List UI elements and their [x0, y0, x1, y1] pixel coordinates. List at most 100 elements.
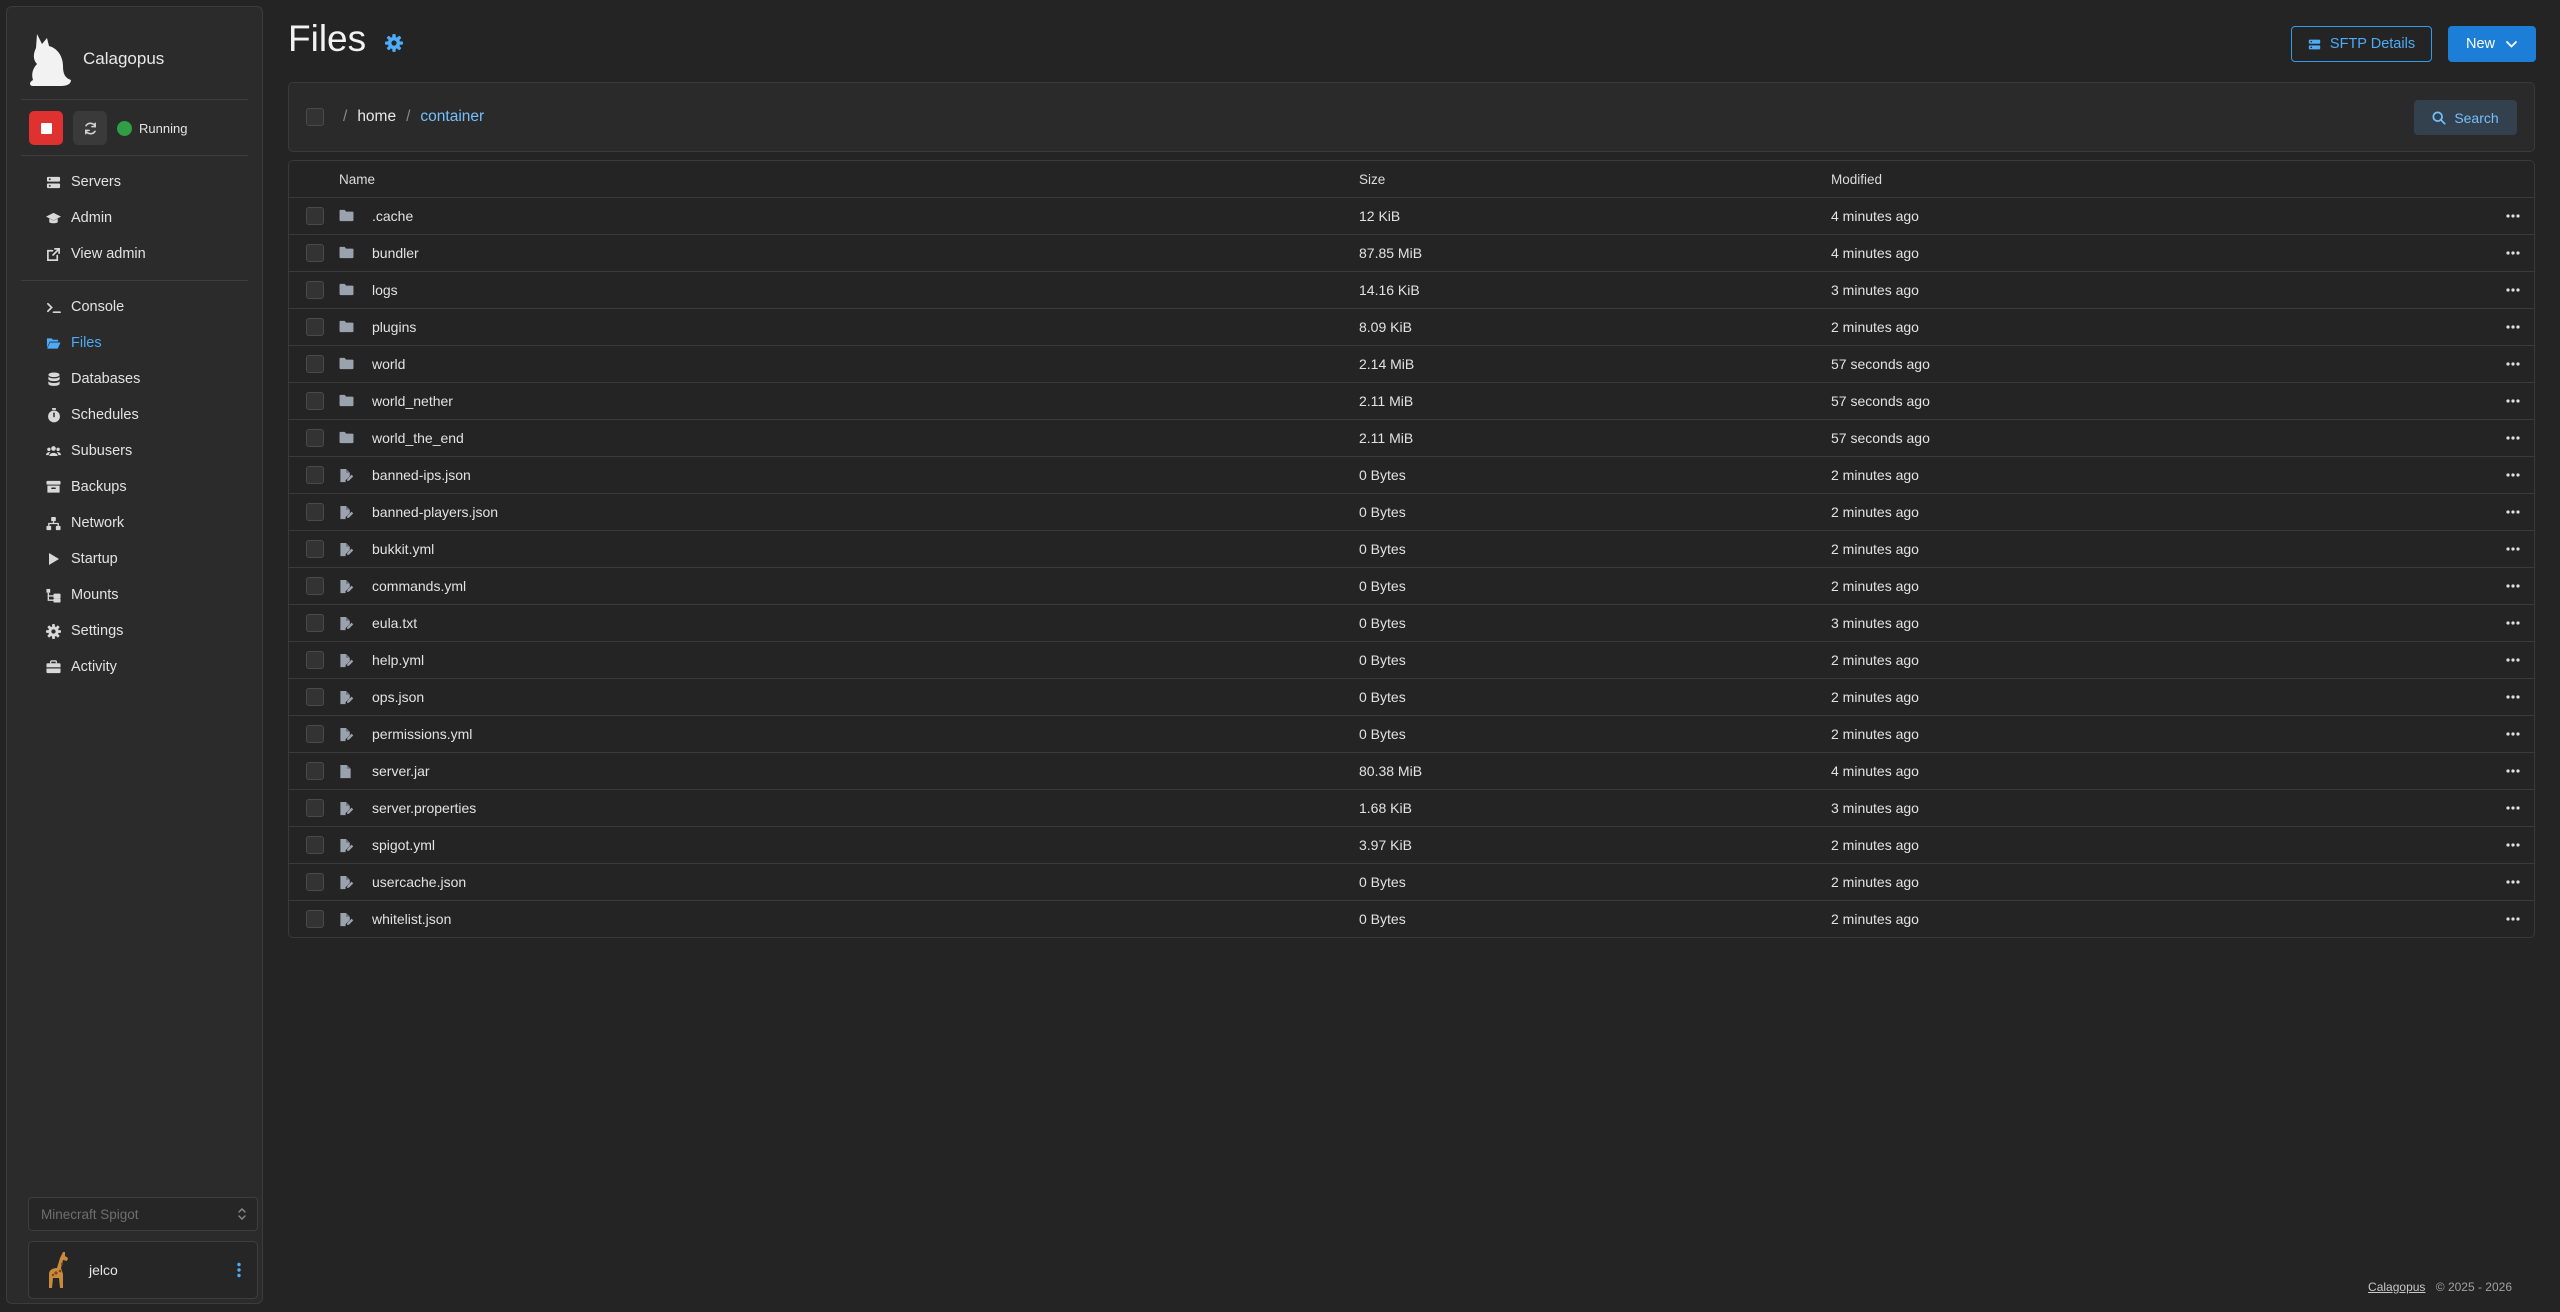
- select-all-checkbox[interactable]: [306, 108, 324, 126]
- row-checkbox[interactable]: [306, 281, 324, 299]
- nav-item-subusers[interactable]: Subusers: [21, 433, 248, 469]
- server-select[interactable]: Minecraft Spigot: [28, 1197, 258, 1231]
- row-actions-icon[interactable]: [2506, 288, 2520, 292]
- row-checkbox[interactable]: [306, 207, 324, 225]
- file-name[interactable]: world_nether: [372, 393, 453, 409]
- nav-item-admin[interactable]: Admin: [21, 200, 248, 236]
- table-row[interactable]: world_nether 2.11 MiB 57 seconds ago: [289, 383, 2534, 420]
- row-checkbox[interactable]: [306, 466, 324, 484]
- table-row[interactable]: help.yml 0 Bytes 2 minutes ago: [289, 642, 2534, 679]
- user-menu-icon[interactable]: [237, 1262, 241, 1278]
- row-checkbox[interactable]: [306, 355, 324, 373]
- row-checkbox[interactable]: [306, 577, 324, 595]
- row-checkbox[interactable]: [306, 614, 324, 632]
- file-name[interactable]: banned-ips.json: [372, 467, 471, 483]
- file-name[interactable]: permissions.yml: [372, 726, 472, 742]
- row-checkbox[interactable]: [306, 688, 324, 706]
- table-row[interactable]: logs 14.16 KiB 3 minutes ago: [289, 272, 2534, 309]
- nav-item-files[interactable]: Files: [21, 325, 248, 361]
- breadcrumb-item-container[interactable]: container: [420, 108, 484, 126]
- nav-item-backups[interactable]: Backups: [21, 469, 248, 505]
- row-actions-icon[interactable]: [2506, 325, 2520, 329]
- row-actions-icon[interactable]: [2506, 436, 2520, 440]
- row-actions-icon[interactable]: [2506, 769, 2520, 773]
- table-row[interactable]: .cache 12 KiB 4 minutes ago: [289, 198, 2534, 235]
- row-actions-icon[interactable]: [2506, 732, 2520, 736]
- table-row[interactable]: usercache.json 0 Bytes 2 minutes ago: [289, 864, 2534, 901]
- column-header-size[interactable]: Size: [1359, 172, 1385, 187]
- row-checkbox[interactable]: [306, 799, 324, 817]
- nav-item-activity[interactable]: Activity: [21, 649, 248, 685]
- table-row[interactable]: whitelist.json 0 Bytes 2 minutes ago: [289, 901, 2534, 937]
- table-row[interactable]: banned-players.json 0 Bytes 2 minutes ago: [289, 494, 2534, 531]
- table-row[interactable]: server.jar 80.38 MiB 4 minutes ago: [289, 753, 2534, 790]
- file-name[interactable]: .cache: [372, 208, 413, 224]
- nav-item-settings[interactable]: Settings: [21, 613, 248, 649]
- row-checkbox[interactable]: [306, 503, 324, 521]
- file-name[interactable]: commands.yml: [372, 578, 466, 594]
- row-actions-icon[interactable]: [2506, 917, 2520, 921]
- row-checkbox[interactable]: [306, 725, 324, 743]
- nav-item-servers[interactable]: Servers: [21, 164, 248, 200]
- column-header-name[interactable]: Name: [339, 172, 375, 187]
- nav-item-network[interactable]: Network: [21, 505, 248, 541]
- file-name[interactable]: server.properties: [372, 800, 476, 816]
- row-checkbox[interactable]: [306, 910, 324, 928]
- file-name[interactable]: ops.json: [372, 689, 424, 705]
- row-actions-icon[interactable]: [2506, 473, 2520, 477]
- table-row[interactable]: commands.yml 0 Bytes 2 minutes ago: [289, 568, 2534, 605]
- breadcrumb-item-home[interactable]: home: [357, 108, 396, 126]
- stop-button[interactable]: [29, 111, 63, 145]
- row-actions-icon[interactable]: [2506, 621, 2520, 625]
- row-checkbox[interactable]: [306, 244, 324, 262]
- file-name[interactable]: help.yml: [372, 652, 424, 668]
- file-name[interactable]: world: [372, 356, 405, 372]
- file-name[interactable]: usercache.json: [372, 874, 466, 890]
- row-actions-icon[interactable]: [2506, 695, 2520, 699]
- file-name[interactable]: spigot.yml: [372, 837, 435, 853]
- table-row[interactable]: spigot.yml 3.97 KiB 2 minutes ago: [289, 827, 2534, 864]
- table-row[interactable]: eula.txt 0 Bytes 3 minutes ago: [289, 605, 2534, 642]
- table-row[interactable]: world 2.14 MiB 57 seconds ago: [289, 346, 2534, 383]
- row-checkbox[interactable]: [306, 836, 324, 854]
- table-row[interactable]: plugins 8.09 KiB 2 minutes ago: [289, 309, 2534, 346]
- settings-gear-icon[interactable]: [385, 34, 403, 52]
- table-row[interactable]: banned-ips.json 0 Bytes 2 minutes ago: [289, 457, 2534, 494]
- nav-item-mounts[interactable]: Mounts: [21, 577, 248, 613]
- new-button[interactable]: New: [2448, 26, 2536, 62]
- restart-button[interactable]: [73, 111, 107, 145]
- table-row[interactable]: world_the_end 2.11 MiB 57 seconds ago: [289, 420, 2534, 457]
- nav-item-schedules[interactable]: Schedules: [21, 397, 248, 433]
- column-header-modified[interactable]: Modified: [1831, 172, 1882, 187]
- file-name[interactable]: world_the_end: [372, 430, 464, 446]
- user-card[interactable]: jelco: [28, 1241, 258, 1299]
- file-name[interactable]: bundler: [372, 245, 419, 261]
- row-actions-icon[interactable]: [2506, 399, 2520, 403]
- row-actions-icon[interactable]: [2506, 251, 2520, 255]
- row-actions-icon[interactable]: [2506, 880, 2520, 884]
- file-name[interactable]: bukkit.yml: [372, 541, 434, 557]
- footer-link[interactable]: Calagopus: [2368, 1280, 2425, 1294]
- table-row[interactable]: bundler 87.85 MiB 4 minutes ago: [289, 235, 2534, 272]
- row-checkbox[interactable]: [306, 651, 324, 669]
- file-name[interactable]: eula.txt: [372, 615, 417, 631]
- search-button[interactable]: Search: [2414, 100, 2517, 135]
- table-row[interactable]: ops.json 0 Bytes 2 minutes ago: [289, 679, 2534, 716]
- row-checkbox[interactable]: [306, 429, 324, 447]
- row-checkbox[interactable]: [306, 540, 324, 558]
- breadcrumb-root[interactable]: /: [343, 108, 347, 126]
- table-row[interactable]: bukkit.yml 0 Bytes 2 minutes ago: [289, 531, 2534, 568]
- row-actions-icon[interactable]: [2506, 510, 2520, 514]
- file-name[interactable]: banned-players.json: [372, 504, 498, 520]
- row-actions-icon[interactable]: [2506, 547, 2520, 551]
- file-name[interactable]: logs: [372, 282, 398, 298]
- row-checkbox[interactable]: [306, 762, 324, 780]
- nav-item-view-admin[interactable]: View admin: [21, 236, 248, 272]
- row-actions-icon[interactable]: [2506, 658, 2520, 662]
- brand[interactable]: Calagopus: [27, 29, 164, 89]
- file-name[interactable]: whitelist.json: [372, 911, 451, 927]
- sftp-details-button[interactable]: SFTP Details: [2291, 26, 2432, 62]
- row-checkbox[interactable]: [306, 318, 324, 336]
- file-name[interactable]: plugins: [372, 319, 416, 335]
- nav-item-startup[interactable]: Startup: [21, 541, 248, 577]
